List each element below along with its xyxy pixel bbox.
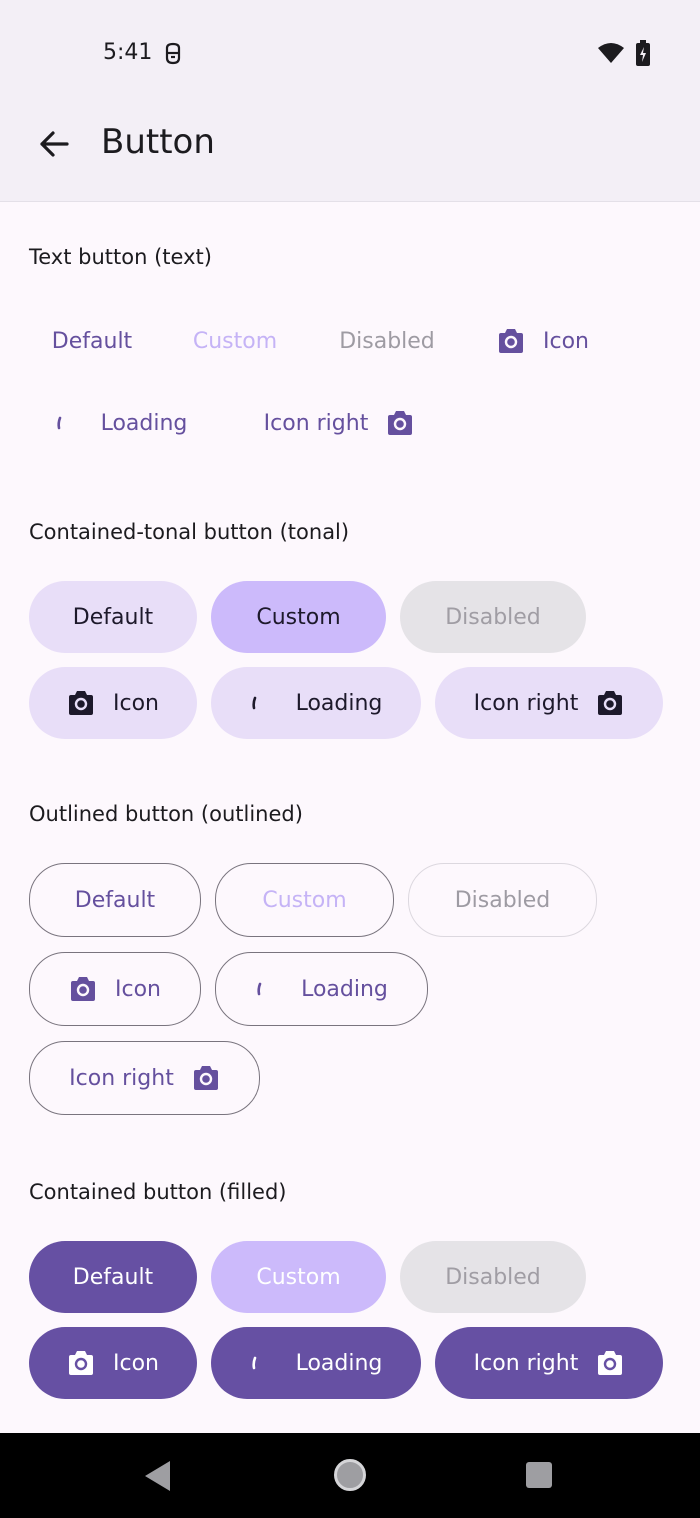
tonal-custom-button[interactable]: Custom xyxy=(211,581,386,653)
camera-icon xyxy=(69,976,97,1002)
notification-icon xyxy=(163,42,183,71)
button-label: Loading xyxy=(295,690,383,716)
nav-home-icon[interactable] xyxy=(333,1458,367,1497)
camera-icon xyxy=(192,1065,220,1091)
filled-custom-button[interactable]: Custom xyxy=(211,1241,386,1313)
camera-icon xyxy=(596,690,624,716)
nav-recents-icon[interactable] xyxy=(525,1461,553,1494)
button-label: Icon xyxy=(113,690,159,716)
button-label: Default xyxy=(74,887,156,913)
text-icon-button[interactable]: Icon xyxy=(480,311,606,371)
nav-back-icon[interactable] xyxy=(142,1459,172,1498)
button-label: Default xyxy=(72,1264,154,1290)
button-label: Custom xyxy=(256,604,341,630)
button-label: Icon xyxy=(113,1350,159,1376)
camera-icon xyxy=(497,328,525,354)
tonal-icon-right-button[interactable]: Icon right xyxy=(435,667,663,739)
text-loading-button[interactable]: Loading xyxy=(36,393,206,453)
button-label: Default xyxy=(51,328,133,354)
battery-charging-icon xyxy=(636,40,650,71)
outlined-loading-button[interactable]: Loading xyxy=(215,952,428,1026)
button-label: Custom xyxy=(256,1264,341,1290)
camera-icon xyxy=(67,1350,95,1376)
tonal-icon-button[interactable]: Icon xyxy=(29,667,197,739)
app-bar: Button xyxy=(0,100,700,202)
arrow-back-icon xyxy=(38,128,70,165)
outlined-icon-button[interactable]: Icon xyxy=(29,952,201,1026)
button-label: Icon xyxy=(115,976,161,1002)
outlined-custom-button[interactable]: Custom xyxy=(215,863,394,937)
section-title-filled: Contained button (filled) xyxy=(29,1180,287,1204)
outlined-disabled-button: Disabled xyxy=(408,863,597,937)
filled-loading-button[interactable]: Loading xyxy=(211,1327,421,1399)
button-label: Disabled xyxy=(454,887,551,913)
filled-disabled-button: Disabled xyxy=(400,1241,586,1313)
button-label: Custom xyxy=(262,887,347,913)
loading-spinner-icon xyxy=(55,416,63,430)
tonal-disabled-button: Disabled xyxy=(400,581,586,653)
button-label: Icon right xyxy=(473,690,579,716)
loading-spinner-icon xyxy=(255,982,263,996)
loading-spinner-icon xyxy=(250,696,258,710)
button-label: Icon xyxy=(543,328,589,354)
content: Text button (text) Default Custom Disabl… xyxy=(0,203,700,1433)
filled-icon-right-button[interactable]: Icon right xyxy=(435,1327,663,1399)
text-disabled-button: Disabled xyxy=(322,311,452,371)
section-title-text: Text button (text) xyxy=(29,245,212,269)
button-label: Icon right xyxy=(473,1350,579,1376)
filled-icon-button[interactable]: Icon xyxy=(29,1327,197,1399)
section-title-tonal: Contained-tonal button (tonal) xyxy=(29,520,350,544)
outlined-icon-right-button[interactable]: Icon right xyxy=(29,1041,260,1115)
tonal-loading-button[interactable]: Loading xyxy=(211,667,421,739)
status-bar: 5:41 xyxy=(0,0,700,100)
button-label: Disabled xyxy=(445,604,541,630)
button-label: Disabled xyxy=(339,328,435,354)
button-label: Icon right xyxy=(69,1065,174,1091)
button-label: Disabled xyxy=(445,1264,541,1290)
camera-icon xyxy=(67,690,95,716)
button-label: Loading xyxy=(301,976,388,1002)
system-navigation-bar xyxy=(0,1433,700,1518)
button-label: Loading xyxy=(295,1350,383,1376)
text-default-button[interactable]: Default xyxy=(36,311,148,371)
button-label: Custom xyxy=(192,328,278,354)
button-label: Loading xyxy=(100,410,188,436)
page-title: Button xyxy=(101,122,215,162)
filled-default-button[interactable]: Default xyxy=(29,1241,197,1313)
text-icon-right-button[interactable]: Icon right xyxy=(246,393,432,453)
wifi-icon xyxy=(597,41,625,70)
tonal-default-button[interactable]: Default xyxy=(29,581,197,653)
button-label: Icon right xyxy=(263,410,369,436)
button-label: Default xyxy=(72,604,154,630)
section-title-outlined: Outlined button (outlined) xyxy=(29,802,303,826)
outlined-default-button[interactable]: Default xyxy=(29,863,201,937)
camera-icon xyxy=(596,1350,624,1376)
loading-spinner-icon xyxy=(250,1356,258,1370)
text-custom-button[interactable]: Custom xyxy=(174,311,296,371)
back-button[interactable] xyxy=(32,124,76,168)
camera-icon xyxy=(386,410,414,436)
status-time: 5:41 xyxy=(103,40,153,65)
